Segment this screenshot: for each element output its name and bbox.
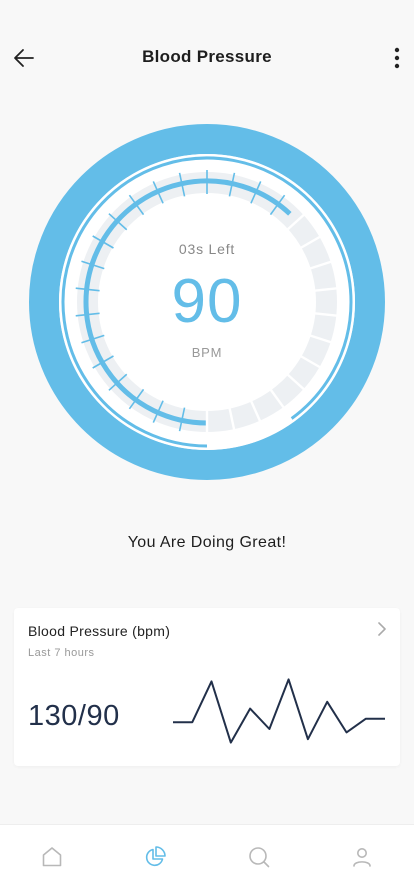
bottom-tab-bar: [0, 824, 414, 896]
sparkline-series: [173, 678, 385, 744]
card-title: Blood Pressure (bpm): [28, 623, 171, 639]
more-options-button[interactable]: [386, 42, 408, 74]
bpm-unit-label: BPM: [191, 345, 223, 360]
heart-rate-gauge: 03s Left 90 BPM: [29, 124, 385, 480]
card-subtitle: Last 7 hours: [28, 647, 95, 659]
pie-chart-icon: [146, 845, 167, 866]
chevron-right-icon: [378, 622, 386, 636]
status-message: You Are Doing Great!: [127, 534, 287, 551]
user-icon: [353, 847, 372, 867]
app-header: Blood Pressure: [0, 0, 414, 116]
search-icon: [248, 846, 270, 867]
tab-search[interactable]: [229, 827, 289, 887]
tab-statistics[interactable]: [125, 827, 185, 887]
home-icon: [42, 846, 62, 866]
time-left-label: 03s Left: [178, 241, 236, 257]
tab-home[interactable]: [22, 827, 82, 887]
page-title: Blood Pressure: [142, 47, 272, 66]
bpm-value: 90: [171, 267, 243, 336]
more-vertical-icon: [394, 47, 400, 69]
blood-pressure-card[interactable]: Blood Pressure (bpm) Last 7 hours 130/90: [14, 608, 400, 766]
blood-pressure-sparkline: [173, 678, 385, 744]
blood-pressure-value: 130/90: [28, 700, 120, 732]
tab-profile[interactable]: [332, 827, 392, 887]
